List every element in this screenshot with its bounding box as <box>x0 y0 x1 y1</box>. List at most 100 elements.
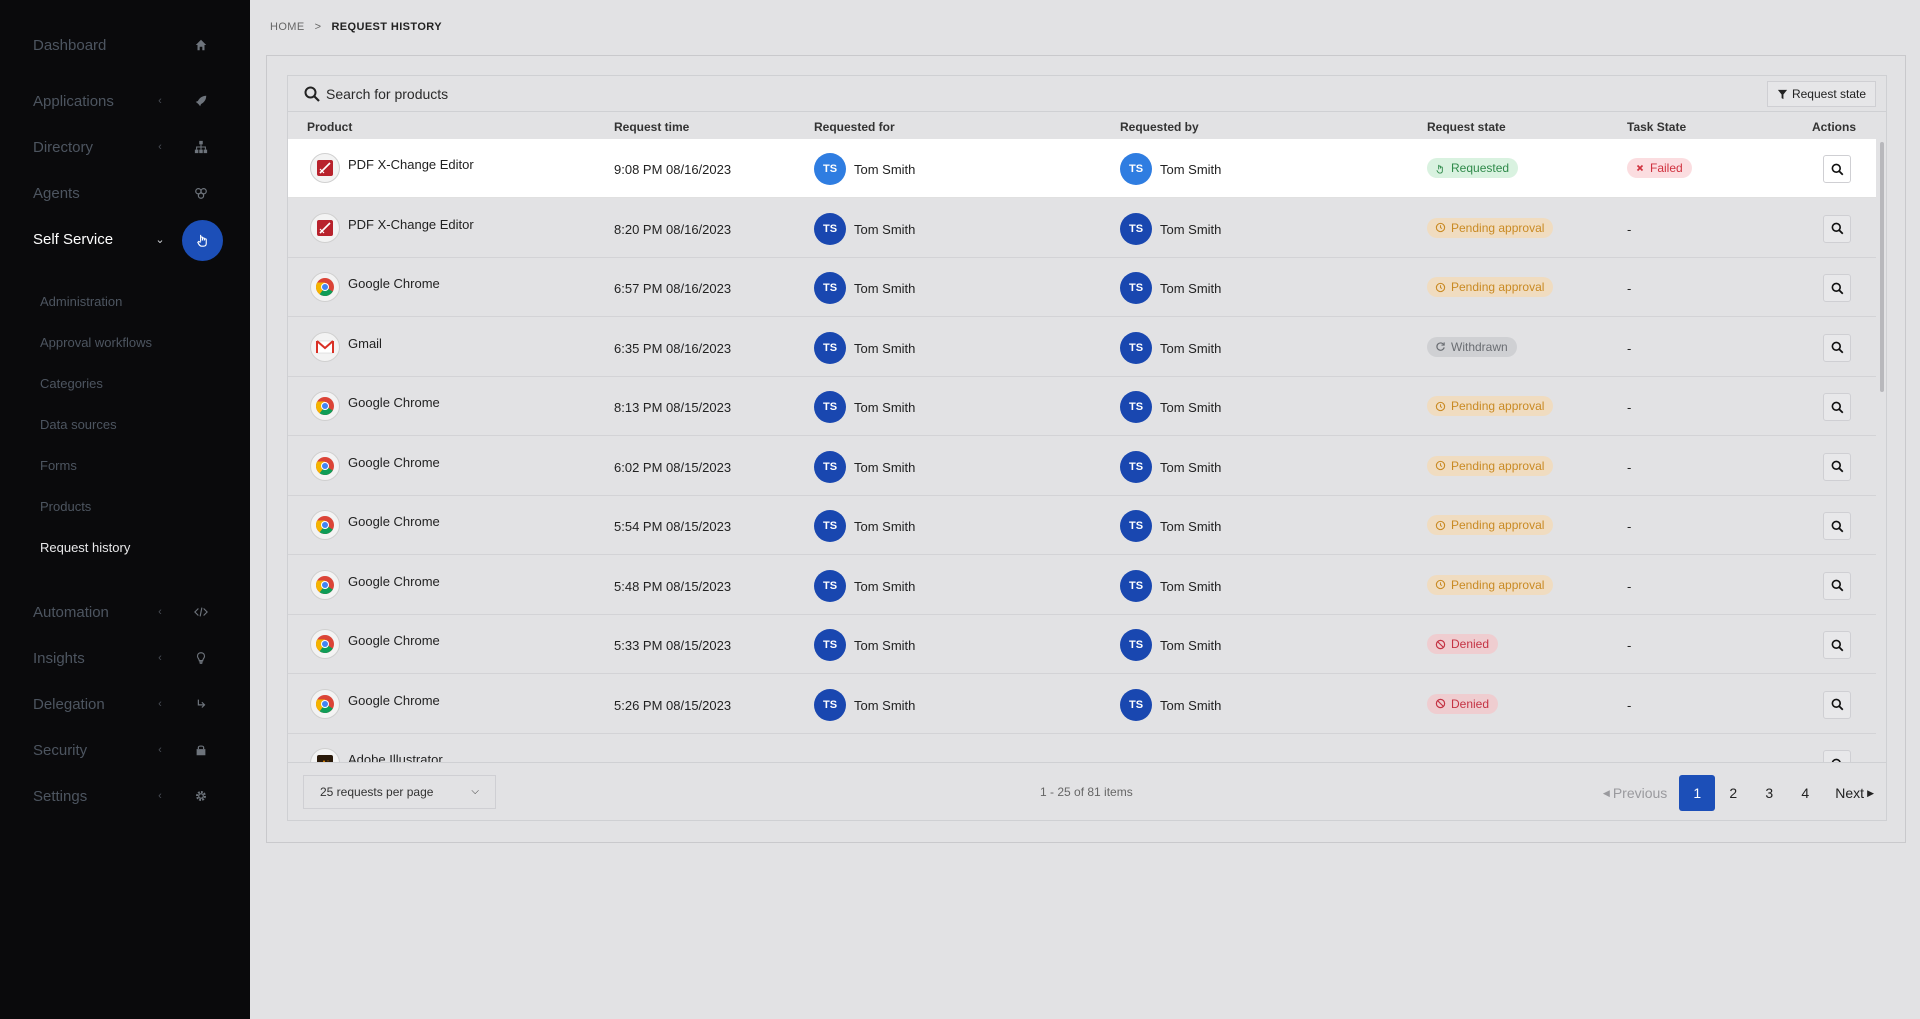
per-page-label: 25 requests per page <box>320 785 434 799</box>
page-3-button[interactable]: 3 <box>1751 775 1787 811</box>
subnav-products[interactable]: Products <box>40 499 91 514</box>
view-details-button[interactable] <box>1823 571 1851 600</box>
task-state: - <box>1627 578 1632 594</box>
hand-icon <box>1436 164 1443 174</box>
view-details-button[interactable] <box>1823 452 1851 481</box>
next-page-button[interactable]: Next ▶ <box>1835 775 1874 811</box>
nav-security[interactable]: Security ‹ <box>33 735 223 765</box>
x-icon <box>1636 164 1644 172</box>
request-time: 5:26 PM 08/15/2023 <box>614 697 732 713</box>
subnav-approval-workflows[interactable]: Approval workflows <box>40 335 152 350</box>
avatar: TS <box>814 688 846 721</box>
nav-automation[interactable]: Automation ‹ <box>33 597 223 627</box>
nav-directory[interactable]: Directory ‹ <box>33 132 223 162</box>
chrome-app-icon <box>310 688 340 719</box>
table-row[interactable]: PDF X-Change Editor 9:08 PM 08/16/2023 TS T… <box>288 139 1876 198</box>
page-4-button[interactable]: 4 <box>1787 775 1823 811</box>
request-state-badge: Pending approval <box>1427 515 1554 535</box>
view-details-button[interactable] <box>1823 512 1851 540</box>
nav-dashboard[interactable]: Dashboard <box>33 30 223 60</box>
view-details-button[interactable] <box>1823 214 1851 243</box>
requested-for-name: Tom Smith <box>854 221 916 237</box>
nav-settings[interactable]: Settings ‹ <box>33 781 223 811</box>
requested-for-name: Tom Smith <box>854 578 916 594</box>
page-2-button[interactable]: 2 <box>1715 775 1751 811</box>
view-details-button[interactable] <box>1823 690 1851 719</box>
filter-label: Request state <box>1791 87 1866 101</box>
table-row[interactable]: Ai Adobe Illustrator <box>288 734 1876 762</box>
chevron-left-icon: ‹ <box>158 698 162 710</box>
table-scrollbar[interactable] <box>1880 142 1884 762</box>
column-product[interactable]: Product <box>307 120 352 134</box>
column-requested-by[interactable]: Requested by <box>1120 120 1199 134</box>
request-state-filter-button[interactable]: Request state <box>1766 81 1876 107</box>
subnav-data-sources[interactable]: Data sources <box>40 417 117 432</box>
column-task-state[interactable]: Task State <box>1627 120 1686 134</box>
nav-delegation[interactable]: Delegation ‹ <box>33 689 223 719</box>
request-table-card: Request state Product Request time Reque… <box>287 75 1887 821</box>
breadcrumb: HOME > REQUEST HISTORY <box>270 21 442 33</box>
table-row[interactable]: Google Chrome 8:13 PM 08/15/2023 TS Tom Smi… <box>288 377 1876 436</box>
subnav-request-history[interactable]: Request history <box>40 540 130 555</box>
table-row[interactable]: Google Chrome 5:48 PM 08/15/2023 TS Tom Smi… <box>288 556 1876 615</box>
chrome-app-icon <box>310 450 340 481</box>
request-history-panel: Request state Product Request time Reque… <box>266 55 1906 843</box>
avatar: TS <box>1120 688 1152 721</box>
nav-label: Security <box>33 741 88 759</box>
view-details-button[interactable] <box>1823 393 1851 421</box>
column-request-state[interactable]: Request state <box>1427 120 1506 134</box>
pdf-app-icon <box>310 212 340 243</box>
state-label: Pending approval <box>1451 280 1545 294</box>
request-state-badge: Pending approval <box>1427 277 1554 297</box>
requested-for-name: Tom Smith <box>854 459 916 475</box>
view-details-button[interactable] <box>1823 155 1851 183</box>
view-details-button[interactable] <box>1823 274 1851 302</box>
chevron-left-icon: ‹ <box>158 790 162 802</box>
table-row[interactable]: Google Chrome 5:26 PM 08/15/2023 TS Tom Smi… <box>288 675 1876 734</box>
avatar: TS <box>1120 569 1152 602</box>
delegation-icon <box>189 692 213 716</box>
subnav-forms[interactable]: Forms <box>40 458 77 473</box>
redo-icon <box>1436 342 1445 351</box>
subnav-categories[interactable]: Categories <box>40 376 103 391</box>
table-row[interactable]: Google Chrome 5:33 PM 08/15/2023 TS Tom Smi… <box>288 615 1876 674</box>
state-label: Pending approval <box>1451 399 1545 413</box>
nav-agents[interactable]: Agents <box>33 178 223 208</box>
search-icon <box>1831 579 1843 592</box>
search-icon <box>1831 520 1843 532</box>
pdf-app-icon <box>310 153 340 183</box>
column-request-time[interactable]: Request time <box>614 120 689 134</box>
per-page-select[interactable]: 25 requests per page ⌵ <box>303 775 496 809</box>
nav-insights[interactable]: Insights ‹ <box>33 643 223 673</box>
breadcrumb-home[interactable]: HOME <box>270 21 305 33</box>
agents-icon <box>189 181 213 205</box>
requested-by-name: Tom Smith <box>1160 162 1222 177</box>
table-row[interactable]: Google Chrome 6:02 PM 08/15/2023 TS Tom Smi… <box>288 437 1876 496</box>
nav-applications[interactable]: Applications ‹ <box>33 86 223 116</box>
nav-label: Automation <box>33 603 109 621</box>
task-state: - <box>1627 281 1632 296</box>
view-details-button[interactable] <box>1823 333 1851 362</box>
scrollbar-thumb[interactable] <box>1880 142 1884 392</box>
chevron-left-icon: ‹ <box>158 744 162 756</box>
request-state-badge: Denied <box>1427 693 1499 714</box>
table-row[interactable]: Google Chrome 5:54 PM 08/15/2023 TS Tom Smi… <box>288 496 1876 555</box>
view-details-button[interactable] <box>1823 631 1851 659</box>
search-input[interactable] <box>326 83 1026 105</box>
hand-pointer-icon[interactable] <box>182 220 223 261</box>
table-row[interactable]: Gmail 6:35 PM 08/16/2023 TS Tom Smith TS Tom … <box>288 318 1876 377</box>
clock-icon <box>1435 579 1446 590</box>
request-state-badge: Pending approval <box>1427 396 1554 416</box>
previous-page-button[interactable]: ◀ Previous <box>1603 775 1667 811</box>
column-requested-for[interactable]: Requested for <box>814 120 895 134</box>
table-row[interactable]: Google Chrome 6:57 PM 08/16/2023 TS Tom Smi… <box>288 258 1876 317</box>
table-row[interactable]: PDF X-Change Editor 8:20 PM 08/16/2023 TS T… <box>288 199 1876 258</box>
nav-label: Settings <box>33 787 88 805</box>
view-details-button[interactable] <box>1823 750 1851 762</box>
page-1-button[interactable]: 1 <box>1679 775 1716 811</box>
avatar: TS <box>1120 629 1152 661</box>
product-name: Google Chrome <box>348 454 440 470</box>
chevron-left-icon: ‹ <box>158 652 162 664</box>
subnav-administration[interactable]: Administration <box>40 294 122 309</box>
requested-for-name: Tom Smith <box>854 519 916 534</box>
